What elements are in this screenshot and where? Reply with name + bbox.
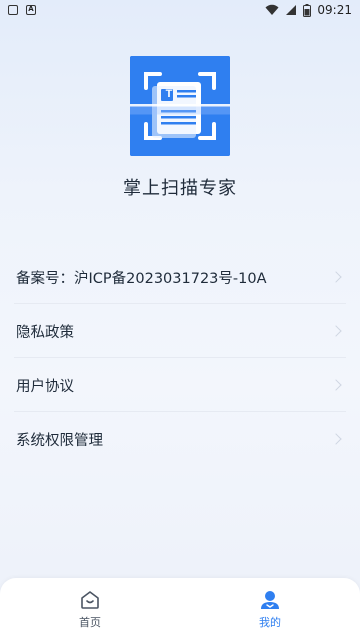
menu-item-permission-management[interactable]: 系统权限管理 (0, 412, 360, 466)
menu-item-label: 用户协议 (16, 378, 74, 395)
chevron-right-icon (330, 325, 342, 337)
menu-item-icp-record[interactable]: 备案号：沪ICP备2023031723号-10A (0, 250, 360, 304)
menu-item-user-agreement[interactable]: 用户协议 (0, 358, 360, 412)
status-time: 09:21 (317, 3, 352, 17)
nav-home-label: 首页 (79, 615, 101, 629)
menu-item-privacy-policy[interactable]: 隐私政策 (0, 304, 360, 358)
nav-mine-label: 我的 (259, 615, 281, 629)
status-left: A (8, 5, 36, 15)
home-icon (81, 590, 99, 609)
menu-item-label: 系统权限管理 (16, 432, 103, 449)
bottom-nav: 首页 我的 (0, 578, 360, 640)
settings-menu: 备案号：沪ICP备2023031723号-10A 隐私政策 用户协议 系统权限管… (0, 250, 360, 466)
chevron-right-icon (330, 271, 342, 283)
logo-letter: T (165, 88, 173, 100)
nav-home[interactable]: 首页 (30, 589, 150, 630)
status-bar: A 09:21 (0, 0, 360, 20)
menu-item-label: 备案号：沪ICP备2023031723号-10A (16, 270, 267, 287)
chevron-right-icon (330, 433, 342, 445)
app-name: 掌上扫描专家 (123, 178, 237, 199)
wifi-icon (265, 4, 279, 15)
nav-mine[interactable]: 我的 (210, 589, 330, 630)
signal-icon (286, 5, 297, 15)
scan-document-icon (130, 56, 230, 156)
notification-icon (8, 5, 18, 15)
app-logo: T (130, 56, 230, 156)
status-right: 09:21 (265, 3, 352, 17)
menu-item-label: 隐私政策 (16, 324, 74, 341)
battery-icon (303, 3, 312, 17)
user-icon (261, 590, 279, 609)
a-icon: A (26, 5, 36, 15)
chevron-right-icon (330, 379, 342, 391)
